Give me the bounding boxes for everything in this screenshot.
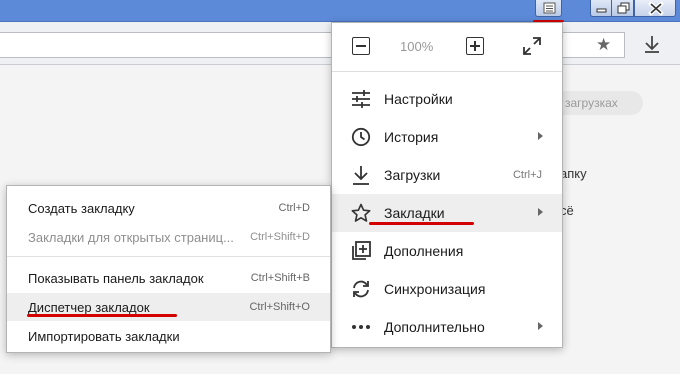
submenu-item-label: Создать закладку [28, 201, 135, 216]
window-titlebar [0, 0, 680, 22]
downloads-icon[interactable] [643, 35, 661, 53]
menu-item-history[interactable]: История [332, 118, 562, 156]
submenu-arrow-icon [538, 132, 543, 140]
zoom-out-button[interactable] [352, 37, 370, 55]
browser-menu-button[interactable] [535, 0, 562, 17]
fullscreen-icon[interactable] [522, 36, 542, 56]
menu-item-more[interactable]: Дополнительно [332, 308, 562, 346]
menu-item-label: Дополнительно [384, 319, 485, 335]
close-icon [648, 1, 664, 16]
bookmarks-annotation-underline [369, 222, 474, 225]
menu-item-sync[interactable]: Синхронизация [332, 270, 562, 308]
menu-item-label: Дополнения [384, 243, 464, 259]
menu-item-label: Закладки [384, 205, 445, 221]
minimize-button[interactable] [590, 0, 612, 17]
menu-item-downloads[interactable]: Загрузки Ctrl+J [332, 156, 562, 194]
menu-item-label: История [384, 129, 439, 145]
menu-item-label: Синхронизация [384, 281, 486, 297]
zoom-in-button[interactable] [466, 37, 484, 55]
submenu-item-label: Диспетчер закладок [28, 300, 150, 315]
submenu-item-shortcut: Ctrl+Shift+D [250, 231, 310, 243]
more-dots-icon [352, 325, 370, 329]
close-button[interactable] [634, 0, 676, 17]
extensions-icon [352, 241, 371, 260]
submenu-item-import-bookmarks[interactable]: Импортировать закладки [7, 322, 330, 350]
history-clock-icon [351, 127, 371, 147]
bookmark-manager-annotation-underline [27, 314, 177, 317]
submenu-item-label: Импортировать закладки [28, 329, 180, 344]
submenu-item-label: Закладки для открытых страниц... [28, 230, 234, 245]
zoom-level: 100% [400, 39, 434, 54]
submenu-item-bookmark-open-pages[interactable]: Закладки для открытых страниц... Ctrl+Sh… [7, 223, 330, 251]
menu-item-label: Загрузки [384, 167, 441, 183]
menu-item-shortcut: Ctrl+J [512, 169, 542, 181]
browser-main-menu: 100% Настройки История Загрузки Ctrl+J З… [331, 22, 563, 348]
download-icon [353, 166, 369, 185]
settings-sliders-icon [352, 90, 370, 108]
bookmark-star-icon[interactable]: ★ [596, 35, 611, 55]
submenu-item-shortcut: Ctrl+Shift+B [250, 272, 310, 284]
sync-icon [353, 280, 369, 298]
maximize-button[interactable] [611, 0, 634, 17]
submenu-arrow-icon [538, 322, 543, 330]
menu-item-settings[interactable]: Настройки [332, 80, 562, 118]
star-icon [351, 203, 371, 222]
menu-item-label: Настройки [384, 91, 453, 107]
minimize-icon [596, 8, 607, 13]
zoom-row: 100% [332, 23, 562, 72]
bookmarks-submenu: Создать закладку Ctrl+D Закладки для отк… [6, 185, 331, 353]
submenu-item-shortcut: Ctrl+Shift+O [249, 301, 310, 313]
menu-divider [7, 256, 330, 257]
submenu-item-show-bookmarks-bar[interactable]: Показывать панель закладок Ctrl+Shift+B [7, 264, 330, 292]
maximize-icon [617, 2, 630, 14]
menu-icon [543, 2, 556, 14]
submenu-arrow-icon [538, 208, 543, 216]
submenu-item-create-bookmark[interactable]: Создать закладку Ctrl+D [7, 194, 330, 222]
submenu-item-label: Показывать панель закладок [28, 271, 204, 286]
menu-item-bookmarks[interactable]: Закладки [332, 194, 562, 232]
submenu-item-shortcut: Ctrl+D [278, 202, 310, 214]
menu-item-extensions[interactable]: Дополнения [332, 232, 562, 270]
background-text: апку [560, 166, 587, 181]
